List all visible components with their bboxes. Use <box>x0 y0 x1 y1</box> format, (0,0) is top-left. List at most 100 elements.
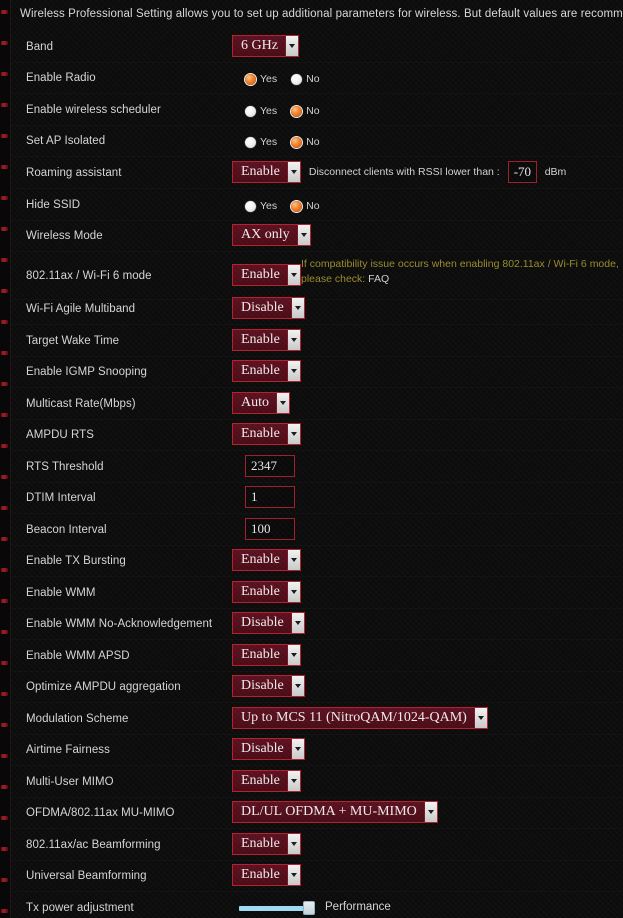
target-wake-time-control: Enable <box>232 329 301 351</box>
chevron-down-icon[interactable] <box>286 550 300 570</box>
label-ampdu-rts: AMPDU RTS <box>26 429 94 441</box>
radio-label-no: No <box>306 73 320 85</box>
ap-isolated-yes[interactable]: Yes <box>245 136 277 148</box>
igmp-snooping-select[interactable]: Enable <box>232 360 301 382</box>
multicast-rate-select[interactable]: Auto <box>232 392 290 414</box>
universal-beamforming-select[interactable]: Enable <box>232 864 301 886</box>
chevron-down-icon[interactable] <box>284 36 298 56</box>
rts-threshold-input[interactable] <box>245 455 295 477</box>
optimize-ampdu-select[interactable]: Disable <box>232 675 305 697</box>
chevron-down-icon[interactable] <box>286 330 300 350</box>
chevron-down-icon[interactable] <box>290 676 304 696</box>
rail-dash-accent <box>1 878 8 882</box>
radio-dot-selected-icon <box>291 105 303 117</box>
chevron-down-icon[interactable] <box>286 834 300 854</box>
ap-isolated-no[interactable]: No <box>291 136 320 148</box>
row-optimize-ampdu: Optimize AMPDU aggregation Disable <box>11 672 623 703</box>
enable-radio-yes[interactable]: Yes <box>245 73 277 85</box>
agile-multiband-control: Disable <box>232 297 305 319</box>
enable-radio-control: Yes No <box>245 68 320 90</box>
row-rts-threshold: RTS Threshold <box>11 452 623 483</box>
target-wake-time-select-value: Enable <box>233 330 287 350</box>
wireless-scheduler-no[interactable]: No <box>291 105 320 117</box>
chevron-down-icon[interactable] <box>290 739 304 759</box>
chevron-down-icon[interactable] <box>423 802 437 822</box>
ax-ac-beamforming-select-value: Enable <box>233 834 287 854</box>
radio-label-yes: Yes <box>260 105 278 117</box>
tx-bursting-select[interactable]: Enable <box>232 549 301 571</box>
ax-ac-beamforming-select[interactable]: Enable <box>232 833 301 855</box>
chevron-down-icon[interactable] <box>286 424 300 444</box>
wmm-no-ack-select[interactable]: Disable <box>232 612 305 634</box>
wireless-mode-select[interactable]: AX only <box>232 224 311 246</box>
ofdma-select[interactable]: DL/UL OFDMA + MU-MIMO <box>232 801 438 823</box>
label-wmm-no-ack: Enable WMM No-Acknowledgement <box>26 618 213 630</box>
rail-dash-accent <box>1 413 8 417</box>
wmm-select[interactable]: Enable <box>232 581 301 603</box>
wireless-scheduler-control: Yes No <box>245 100 320 122</box>
rail-divider-line <box>10 0 11 918</box>
chevron-down-icon[interactable] <box>473 708 487 728</box>
band-select[interactable]: 6 GHz <box>232 35 299 57</box>
row-airtime-fairness: Airtime Fairness Disable <box>11 735 623 766</box>
chevron-down-icon[interactable] <box>286 771 300 791</box>
row-band: Band 6 GHz <box>11 32 623 63</box>
chevron-down-icon[interactable] <box>276 393 289 413</box>
label-agile-multiband: Wi-Fi Agile Multiband <box>26 303 136 315</box>
chevron-down-icon[interactable] <box>286 582 300 602</box>
rail-dash-accent <box>1 723 8 727</box>
tx-power-slider-handle[interactable] <box>303 901 315 915</box>
left-decoration-rail <box>0 0 11 918</box>
multicast-rate-control: Auto <box>232 392 290 414</box>
rail-dash-accent <box>1 599 8 603</box>
ampdu-rts-select-value: Enable <box>233 424 287 444</box>
row-igmp-snooping: Enable IGMP Snooping Enable <box>11 357 623 388</box>
wireless-scheduler-yes[interactable]: Yes <box>245 105 277 117</box>
wmm-apsd-select-value: Enable <box>233 645 287 665</box>
airtime-fairness-select[interactable]: Disable <box>232 738 305 760</box>
wifi6-mode-select[interactable]: Enable <box>232 264 301 286</box>
row-mu-mimo: Multi-User MIMO Enable <box>11 767 623 798</box>
hide-ssid-yes[interactable]: Yes <box>245 200 277 212</box>
rts-threshold-control <box>245 455 295 477</box>
optimize-ampdu-control: Disable <box>232 675 305 697</box>
chevron-down-icon[interactable] <box>286 645 300 665</box>
ampdu-rts-select[interactable]: Enable <box>232 423 301 445</box>
chevron-down-icon[interactable] <box>290 298 304 318</box>
rail-dash-accent <box>1 630 8 634</box>
hide-ssid-no[interactable]: No <box>291 200 320 212</box>
label-band: Band <box>26 41 54 53</box>
wmm-apsd-select[interactable]: Enable <box>232 644 301 666</box>
enable-radio-no[interactable]: No <box>291 73 320 85</box>
beacon-interval-input[interactable] <box>245 518 295 540</box>
faq-link[interactable]: FAQ <box>368 273 389 285</box>
mu-mimo-select-value: Enable <box>233 771 287 791</box>
chevron-down-icon[interactable] <box>296 225 310 245</box>
label-target-wake-time: Target Wake Time <box>26 335 120 347</box>
label-tx-power-adjustment: Tx power adjustment <box>26 902 134 914</box>
dtim-interval-input[interactable] <box>245 486 295 508</box>
target-wake-time-select[interactable]: Enable <box>232 329 301 351</box>
radio-dot-selected-icon <box>291 200 303 212</box>
agile-multiband-select[interactable]: Disable <box>232 297 305 319</box>
chevron-down-icon[interactable] <box>290 613 304 633</box>
rail-dash-accent <box>1 289 8 293</box>
row-agile-multiband: Wi-Fi Agile Multiband Disable <box>11 294 623 325</box>
row-modulation-scheme: Modulation Scheme Up to MCS 11 (NitroQAM… <box>11 704 623 735</box>
roaming-rssi-input[interactable] <box>507 161 537 183</box>
chevron-down-icon[interactable] <box>286 361 300 381</box>
chevron-down-icon[interactable] <box>286 865 300 885</box>
row-wireless-mode: Wireless Mode AX only <box>11 221 623 252</box>
row-tx-bursting: Enable TX Bursting Enable <box>11 546 623 577</box>
chevron-down-icon[interactable] <box>286 162 300 182</box>
chevron-down-icon[interactable] <box>286 265 300 285</box>
rail-dash-accent <box>1 506 8 510</box>
roaming-assistant-select[interactable]: Enable <box>232 161 301 183</box>
label-wmm: Enable WMM <box>26 587 96 599</box>
label-beacon-interval: Beacon Interval <box>26 524 107 536</box>
modulation-scheme-select[interactable]: Up to MCS 11 (NitroQAM/1024-QAM) <box>232 707 488 729</box>
label-wmm-apsd: Enable WMM APSD <box>26 650 130 662</box>
mu-mimo-select[interactable]: Enable <box>232 770 301 792</box>
rail-dash-accent <box>1 134 8 138</box>
tx-power-slider[interactable] <box>239 896 315 918</box>
